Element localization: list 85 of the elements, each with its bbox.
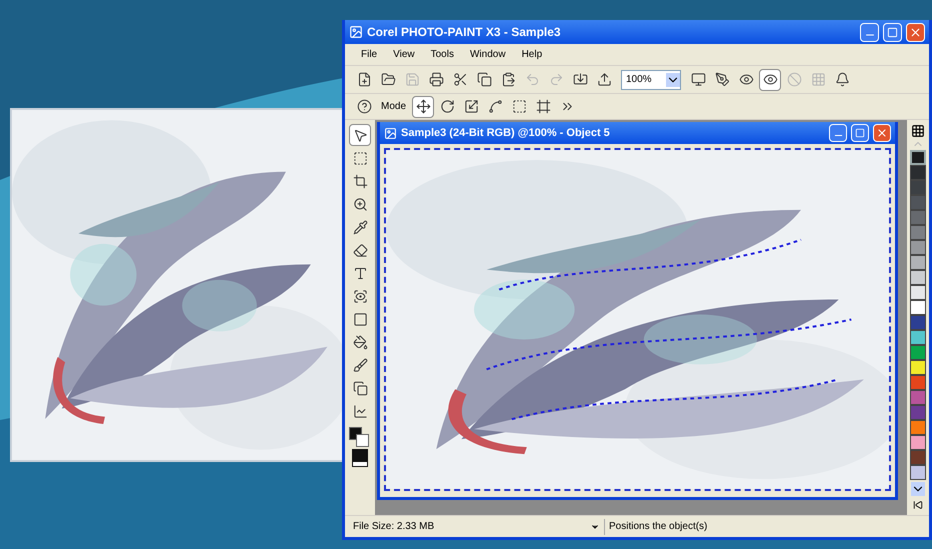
maximize-button[interactable] [851, 124, 869, 142]
color-swatch[interactable] [910, 210, 926, 225]
menu-item[interactable]: Help [522, 47, 542, 62]
toolbar-button[interactable] [412, 96, 434, 118]
no-entry-icon [786, 72, 802, 87]
open-folder-icon [380, 72, 396, 87]
color-swatch[interactable] [910, 285, 926, 300]
color-swatch[interactable] [910, 165, 926, 180]
color-swatch[interactable] [910, 420, 926, 435]
copy-icon [476, 72, 492, 87]
redo-icon [548, 72, 564, 87]
eraser-icon [352, 242, 368, 258]
help-pointer-icon [356, 99, 372, 114]
mask-mode-icon[interactable] [353, 450, 367, 466]
undo-icon [524, 72, 540, 87]
pen-icon [714, 72, 730, 87]
color-swatch[interactable] [910, 240, 926, 255]
color-swatch[interactable] [910, 225, 926, 240]
eye-icon [762, 72, 778, 87]
close-button[interactable] [906, 22, 925, 42]
color-swatch[interactable] [910, 360, 926, 375]
color-swatch[interactable] [910, 390, 926, 405]
color-swatch[interactable] [910, 315, 926, 330]
fill-bucket-icon [352, 334, 368, 350]
brush-icon [352, 358, 368, 372]
toolbar-button[interactable] [349, 124, 371, 146]
document-icon [384, 126, 397, 140]
color-swatch[interactable] [910, 450, 926, 465]
rectangle-icon [352, 312, 368, 326]
close-button[interactable] [873, 124, 891, 142]
save-icon [404, 72, 420, 87]
maximize-icon [855, 128, 865, 138]
maximize-button[interactable] [883, 22, 902, 42]
color-swatch[interactable] [910, 465, 926, 480]
color-swatch[interactable] [910, 270, 926, 285]
app-icon [349, 25, 363, 39]
zoom-dropdown[interactable]: 100% [621, 70, 681, 90]
color-swatch[interactable] [910, 255, 926, 270]
paste-icon [500, 72, 516, 87]
color-swatch[interactable] [910, 405, 926, 420]
printer-icon [428, 72, 444, 87]
color-swatch[interactable] [910, 180, 926, 195]
eyedropper-icon [352, 220, 368, 234]
status-hint: Positions the object(s) [608, 520, 708, 534]
rotate-icon [440, 99, 455, 114]
bell-icon [834, 72, 850, 87]
color-swatch[interactable] [910, 150, 926, 165]
menu-item[interactable]: Tools [430, 47, 454, 62]
first-page-icon[interactable] [913, 500, 923, 510]
color-swatch[interactable] [910, 375, 926, 390]
menu-item[interactable]: Window [470, 47, 506, 62]
menu-item[interactable]: View [393, 47, 415, 62]
monitor-icon [690, 72, 706, 87]
color-swatch[interactable] [910, 435, 926, 450]
color-swatches-icon[interactable] [349, 427, 371, 449]
document-title: Sample3 (24-Bit RGB) @100% - Object 5 [401, 126, 611, 141]
eye-icon [738, 72, 754, 87]
close-icon [876, 127, 888, 139]
scroll-down-icon[interactable] [911, 482, 925, 496]
grid-icon [810, 72, 826, 87]
color-swatch[interactable] [910, 330, 926, 345]
color-swatch[interactable] [910, 300, 926, 315]
export-icon [596, 72, 612, 87]
crop-icon [352, 174, 368, 188]
color-swatch[interactable] [910, 345, 926, 360]
menu-item[interactable]: File [361, 47, 378, 62]
palette-options-icon[interactable] [911, 124, 925, 138]
mask-icon [352, 150, 368, 166]
move-icon [416, 99, 431, 114]
text-icon [352, 266, 368, 280]
zoom-icon [352, 196, 368, 212]
pointer-icon [352, 128, 368, 142]
close-icon [909, 26, 922, 38]
new-file-icon [356, 72, 372, 87]
scissors-icon [452, 72, 468, 87]
window-title: Corel PHOTO-PAINT X3 - Sample3 [367, 24, 562, 41]
color-swatch[interactable] [910, 195, 926, 210]
file-size-text: File Size: 2.33 MB [352, 520, 436, 534]
mode-label: Mode [380, 100, 408, 114]
import-icon [572, 72, 588, 87]
eye-icon [352, 288, 368, 304]
minimize-button[interactable] [860, 22, 879, 42]
toolbar-button[interactable] [759, 68, 781, 90]
maximize-icon [887, 26, 898, 38]
minimize-button[interactable] [829, 124, 847, 142]
